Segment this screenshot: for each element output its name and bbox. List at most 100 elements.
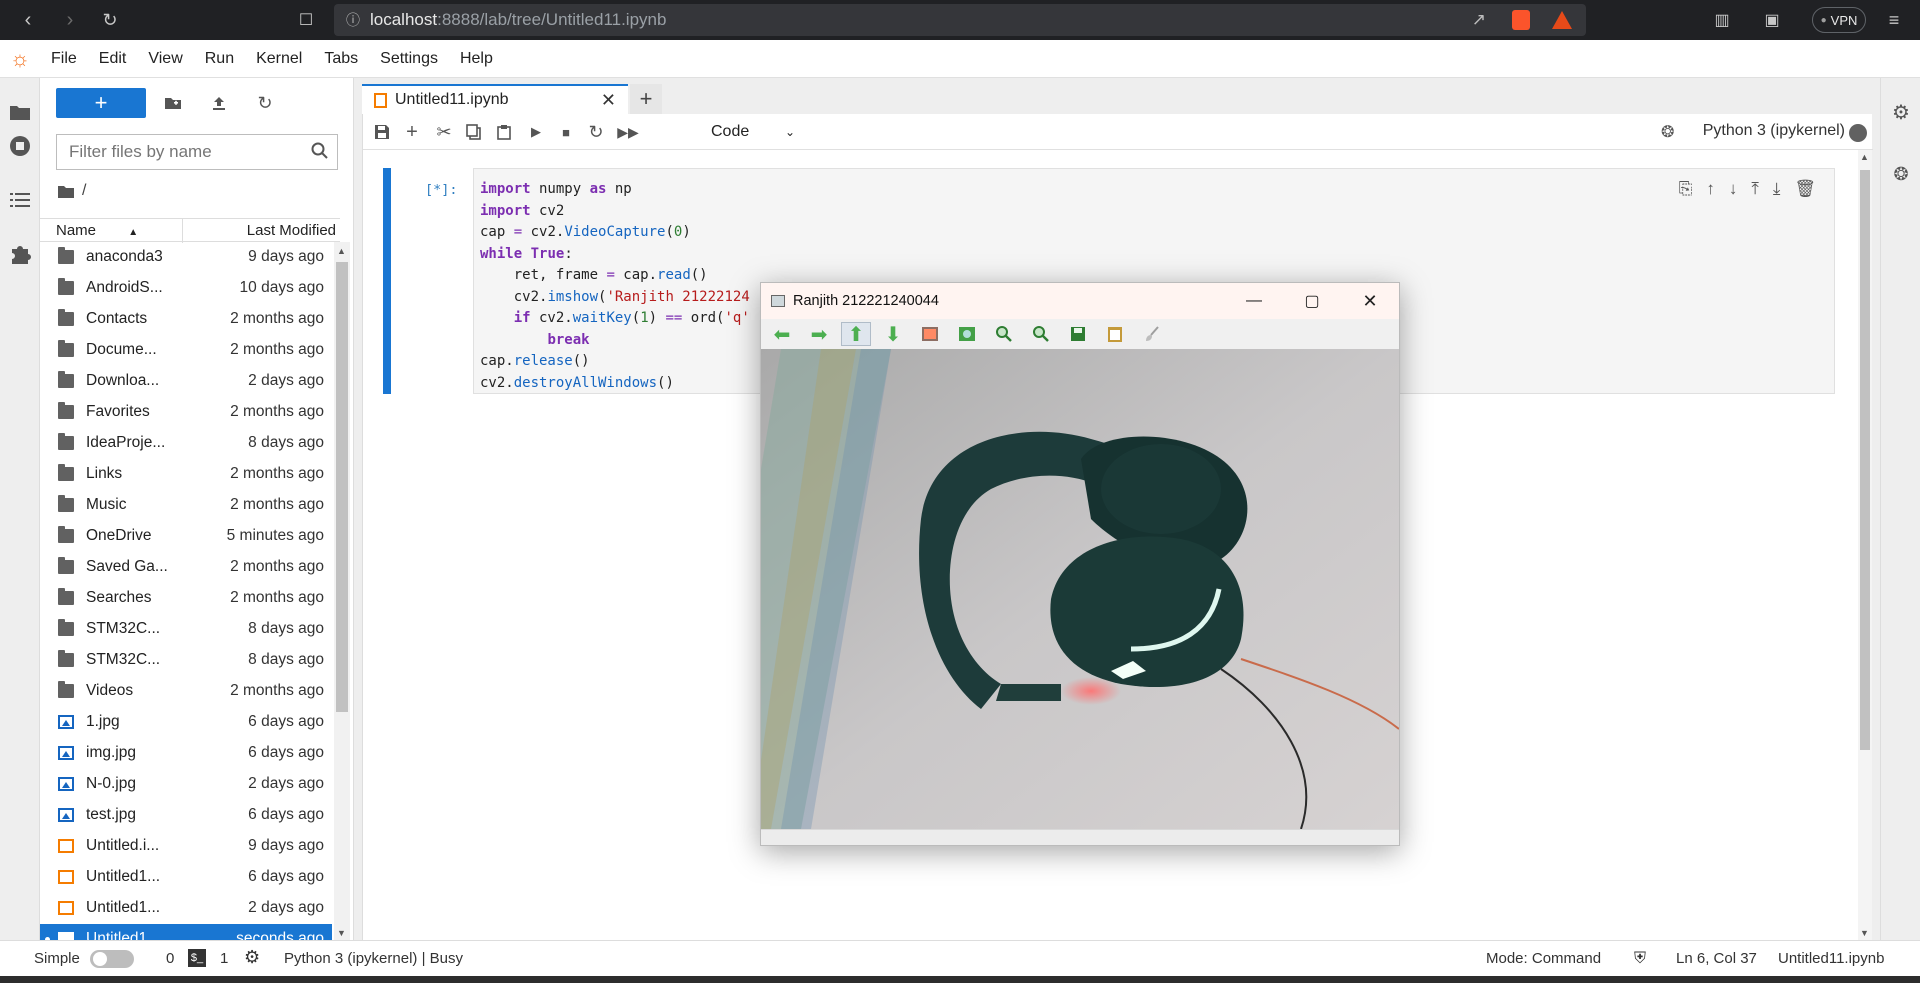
copy-image-icon[interactable] bbox=[1100, 322, 1130, 346]
zoom-fit-icon[interactable] bbox=[952, 322, 982, 346]
cursor-position[interactable]: Ln 6, Col 37 bbox=[1676, 950, 1757, 967]
scroll-up-icon[interactable]: ▲ bbox=[337, 246, 346, 256]
run-icon[interactable]: ▶ bbox=[523, 120, 549, 144]
menu-view[interactable]: View bbox=[137, 50, 193, 68]
code-text[interactable]: import numpy as np import cv2 cap = cv2.Vi… bbox=[480, 179, 750, 394]
pan-down-icon[interactable]: ⬇ bbox=[878, 322, 908, 346]
cut-icon[interactable]: ✂ bbox=[431, 120, 457, 144]
kernel-status[interactable]: Python 3 (ipykernel) | Busy bbox=[284, 950, 463, 967]
extension-manager-icon[interactable] bbox=[8, 242, 32, 266]
browser-menu-icon[interactable]: ≡ bbox=[1880, 6, 1908, 34]
file-row[interactable]: Untitled.i... 9 days ago bbox=[40, 831, 332, 862]
zoom-out-icon[interactable] bbox=[1026, 322, 1056, 346]
move-down-icon[interactable]: ↓ bbox=[1729, 179, 1738, 199]
mode-indicator[interactable]: Mode: Command bbox=[1486, 950, 1601, 967]
file-list-scrollbar[interactable]: ▲ ▼ bbox=[334, 242, 350, 940]
new-folder-icon[interactable] bbox=[160, 90, 186, 116]
share-icon[interactable]: ↗ bbox=[1472, 10, 1486, 30]
menu-settings[interactable]: Settings bbox=[369, 50, 449, 68]
insert-above-icon[interactable]: ⤒ bbox=[1751, 179, 1759, 199]
new-launcher-button[interactable]: + bbox=[56, 88, 146, 118]
file-row[interactable]: AndroidS... 10 days ago bbox=[40, 273, 332, 304]
file-row[interactable]: Music 2 months ago bbox=[40, 490, 332, 521]
upload-icon[interactable] bbox=[206, 90, 232, 116]
kernel-icon[interactable]: ⚙ bbox=[244, 947, 260, 968]
kernel-count[interactable]: 1 bbox=[220, 950, 228, 967]
file-row[interactable]: test.jpg 6 days ago bbox=[40, 800, 332, 831]
notebook-scrollbar[interactable]: ▲ ▼ bbox=[1858, 150, 1872, 940]
file-row[interactable]: Saved Ga... 2 months ago bbox=[40, 552, 332, 583]
opencv-window[interactable]: Ranjith 212221240044 — ▢ ✕ ⬅ ➡ ⬆ ⬇ bbox=[751, 282, 1400, 846]
filter-input[interactable] bbox=[69, 142, 299, 162]
zoom-original-icon[interactable] bbox=[915, 322, 945, 346]
terminal-icon[interactable]: $_ bbox=[188, 949, 206, 967]
brave-shield-icon[interactable] bbox=[1512, 10, 1530, 30]
file-row[interactable]: Downloa... 2 days ago bbox=[40, 366, 332, 397]
minimize-icon[interactable]: — bbox=[1225, 283, 1283, 319]
column-modified-header[interactable]: Last Modified bbox=[247, 222, 336, 239]
scroll-up-icon[interactable]: ▲ bbox=[1860, 152, 1869, 162]
filter-box[interactable] bbox=[56, 134, 338, 170]
wallet-icon[interactable]: ▣ bbox=[1758, 6, 1786, 34]
insert-cell-icon[interactable]: + bbox=[399, 120, 425, 144]
file-row[interactable]: img.jpg 6 days ago bbox=[40, 738, 332, 769]
webcam-frame-image[interactable] bbox=[751, 349, 1400, 830]
refresh-icon[interactable]: ↻ bbox=[252, 90, 278, 116]
brave-rewards-icon[interactable] bbox=[1552, 11, 1572, 29]
terminal-count[interactable]: 0 bbox=[166, 950, 174, 967]
menu-tabs[interactable]: Tabs bbox=[313, 50, 369, 68]
zoom-in-icon[interactable] bbox=[989, 322, 1019, 346]
menu-file[interactable]: File bbox=[40, 50, 88, 68]
breadcrumb-root[interactable]: / bbox=[82, 182, 86, 200]
paste-icon[interactable] bbox=[491, 120, 517, 144]
cell-collapser[interactable] bbox=[383, 168, 391, 394]
menu-edit[interactable]: Edit bbox=[88, 50, 138, 68]
duplicate-cell-icon[interactable]: ⎘ bbox=[1679, 179, 1693, 199]
column-divider[interactable] bbox=[182, 219, 183, 243]
address-bar[interactable]: ⓘ localhost:8888/lab/tree/Untitled11.ipy… bbox=[334, 4, 1586, 36]
scroll-down-icon[interactable]: ▼ bbox=[337, 928, 346, 938]
debugger-icon[interactable]: ❂ bbox=[1661, 122, 1679, 141]
file-row[interactable]: STM32C... 8 days ago bbox=[40, 614, 332, 645]
scrollbar-thumb[interactable] bbox=[1860, 170, 1870, 750]
scroll-down-icon[interactable]: ▼ bbox=[1860, 928, 1869, 938]
file-row[interactable]: OneDrive 5 minutes ago bbox=[40, 521, 332, 552]
column-name-header[interactable]: Name ▲ bbox=[56, 222, 138, 239]
menu-help[interactable]: Help bbox=[449, 50, 504, 68]
interrupt-icon[interactable]: ■ bbox=[553, 120, 579, 144]
file-row[interactable]: 1.jpg 6 days ago bbox=[40, 707, 332, 738]
vpn-button[interactable]: ● VPN bbox=[1812, 7, 1866, 33]
home-folder-icon[interactable] bbox=[58, 185, 74, 198]
file-row[interactable]: Contacts 2 months ago bbox=[40, 304, 332, 335]
trusted-shield-icon[interactable]: ⛨ bbox=[1634, 950, 1646, 968]
properties-brush-icon[interactable] bbox=[1137, 322, 1167, 346]
file-row[interactable]: Docume... 2 months ago bbox=[40, 335, 332, 366]
file-row[interactable]: IdeaProje... 8 days ago bbox=[40, 428, 332, 459]
file-row[interactable]: Favorites 2 months ago bbox=[40, 397, 332, 428]
reload-icon[interactable]: ↻ bbox=[96, 6, 124, 34]
file-row[interactable]: STM32C... 8 days ago bbox=[40, 645, 332, 676]
simple-mode-toggle[interactable] bbox=[90, 950, 134, 968]
opencv-titlebar[interactable]: Ranjith 212221240044 — ▢ ✕ bbox=[761, 283, 1399, 319]
property-inspector-icon[interactable]: ⚙ bbox=[1889, 100, 1913, 124]
save-image-icon[interactable] bbox=[1063, 322, 1093, 346]
cell-type-select[interactable]: Code ⌄ bbox=[711, 120, 811, 144]
folder-icon[interactable] bbox=[8, 100, 32, 124]
file-row[interactable]: N-0.jpg 2 days ago bbox=[40, 769, 332, 800]
site-info-icon[interactable]: ⓘ bbox=[346, 10, 360, 30]
back-icon[interactable]: ‹ bbox=[14, 6, 42, 34]
move-up-icon[interactable]: ↑ bbox=[1706, 179, 1715, 199]
save-icon[interactable] bbox=[369, 120, 395, 144]
maximize-icon[interactable]: ▢ bbox=[1283, 283, 1341, 319]
restart-run-all-icon[interactable]: ▶▶ bbox=[615, 120, 641, 144]
close-icon[interactable]: ✕ bbox=[601, 90, 616, 111]
menu-run[interactable]: Run bbox=[194, 50, 245, 68]
file-row[interactable]: Videos 2 months ago bbox=[40, 676, 332, 707]
file-row[interactable]: Untitled1... 6 days ago bbox=[40, 862, 332, 893]
insert-below-icon[interactable]: ⤓ bbox=[1773, 179, 1781, 199]
bookmark-icon[interactable]: ☐ bbox=[292, 6, 320, 34]
sidebar-icon[interactable]: ▥ bbox=[1708, 6, 1736, 34]
file-row[interactable]: Links 2 months ago bbox=[40, 459, 332, 490]
pan-up-icon[interactable]: ⬆ bbox=[841, 322, 871, 346]
restart-icon[interactable]: ↻ bbox=[583, 120, 609, 144]
